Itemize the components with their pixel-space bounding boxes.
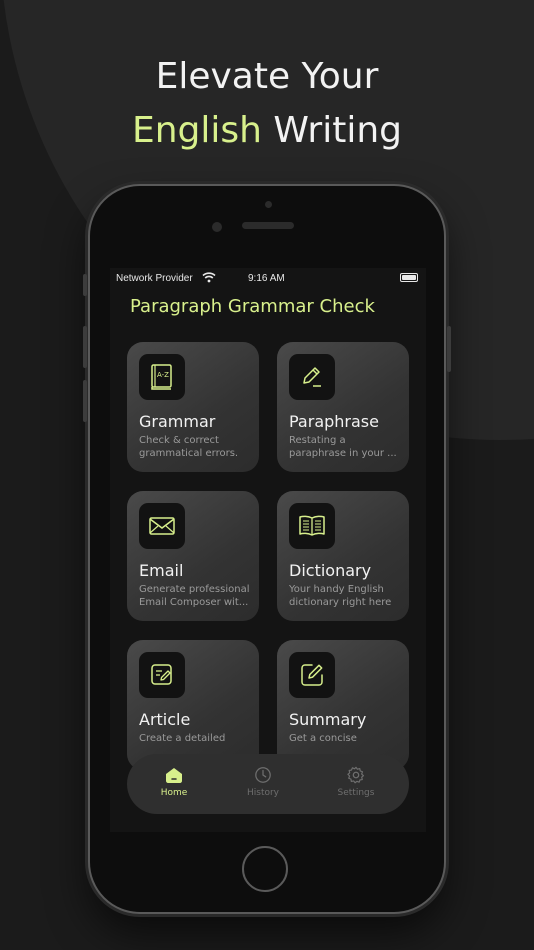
az-book-icon: A-Z [151,364,172,390]
power-button [447,326,451,372]
status-time: 9:16 AM [248,273,285,284]
summary-card[interactable]: Summary Get a concise [277,640,409,770]
article-edit-icon [151,664,172,685]
headline-rest: Writing [261,110,402,151]
email-icon-box [139,503,185,549]
article-card[interactable]: Article Create a detailed [127,640,259,770]
battery-icon [400,273,418,282]
svg-text:A-Z: A-Z [157,371,169,379]
status-bar: Network Provider 9:16 AM [110,268,426,290]
email-desc-line-2: Email Composer wit... [139,597,249,608]
headline-line-1: Elevate Your [155,56,379,97]
pencil-icon [303,367,321,387]
gear-icon [347,766,365,784]
open-book-icon [299,515,325,536]
tab-history-label: History [246,788,280,798]
tab-settings-label: Settings [337,788,375,798]
article-icon-box [139,652,185,698]
headline-accent-word: English [131,110,262,151]
summary-card-title: Summary [289,710,367,729]
paraphrase-card-title: Paraphrase [289,412,379,431]
grammar-card[interactable]: A-Z Grammar Check & correct grammatical … [127,342,259,472]
earpiece-speaker [242,222,294,229]
headline-line-2: English Writing [0,104,534,158]
app-title: Paragraph Grammar Check [130,296,375,317]
summary-desc-line-1: Get a concise [289,733,357,744]
grammar-icon-box: A-Z [139,354,185,400]
dictionary-desc-line-2: dictionary right here [289,597,392,608]
paraphrase-card[interactable]: Paraphrase Restating a paraphrase in you… [277,342,409,472]
volume-down-button [83,380,87,422]
tab-history[interactable]: History [228,766,298,798]
tab-home-label: Home [160,788,188,798]
email-desc-line-1: Generate professional [139,584,250,595]
dictionary-card-title: Dictionary [289,561,372,580]
camera-dot [265,201,272,208]
summary-edit-icon [301,664,323,686]
tab-home[interactable]: Home [139,766,209,798]
carrier-label: Network Provider [116,273,193,284]
summary-icon-box [289,652,335,698]
paraphrase-desc-line-1: Restating a [289,435,346,446]
dictionary-card[interactable]: Dictionary Your handy English dictionary… [277,491,409,621]
article-card-title: Article [139,710,191,729]
volume-up-button [83,326,87,368]
bottom-tab-bar: Home History Settings [127,754,409,814]
email-card-title: Email [139,561,184,580]
phone-frame: Network Provider 9:16 AM Paragraph Gramm… [83,184,451,914]
home-hardware-button[interactable] [242,846,288,892]
home-icon [166,768,182,783]
clock-icon [255,767,271,783]
dictionary-icon-box [289,503,335,549]
wifi-icon [202,272,216,283]
dictionary-card-description: Your handy English dictionary right here [289,583,401,609]
article-desc-line-1: Create a detailed [139,733,226,744]
dictionary-desc-line-1: Your handy English [289,584,384,595]
front-camera [212,222,222,232]
phone-screen: Network Provider 9:16 AM Paragraph Gramm… [110,268,426,832]
grammar-card-description: Check & correct grammatical errors. [139,434,251,460]
grammar-desc-line-2: grammatical errors. [139,448,239,459]
email-card-description: Generate professional Email Composer wit… [139,583,251,609]
grammar-card-title: Grammar [139,412,216,431]
email-card[interactable]: Email Generate professional Email Compos… [127,491,259,621]
paraphrase-icon-box [289,354,335,400]
grammar-desc-line-1: Check & correct [139,435,219,446]
mute-switch [83,274,87,296]
paraphrase-card-description: Restating a paraphrase in your ... [289,434,401,460]
tab-settings[interactable]: Settings [321,766,391,798]
paraphrase-desc-line-2: paraphrase in your ... [289,448,397,459]
promo-page: Elevate Your English Writing Network Pro… [0,0,534,950]
envelope-icon [149,517,175,535]
headline: Elevate Your English Writing [0,50,534,158]
